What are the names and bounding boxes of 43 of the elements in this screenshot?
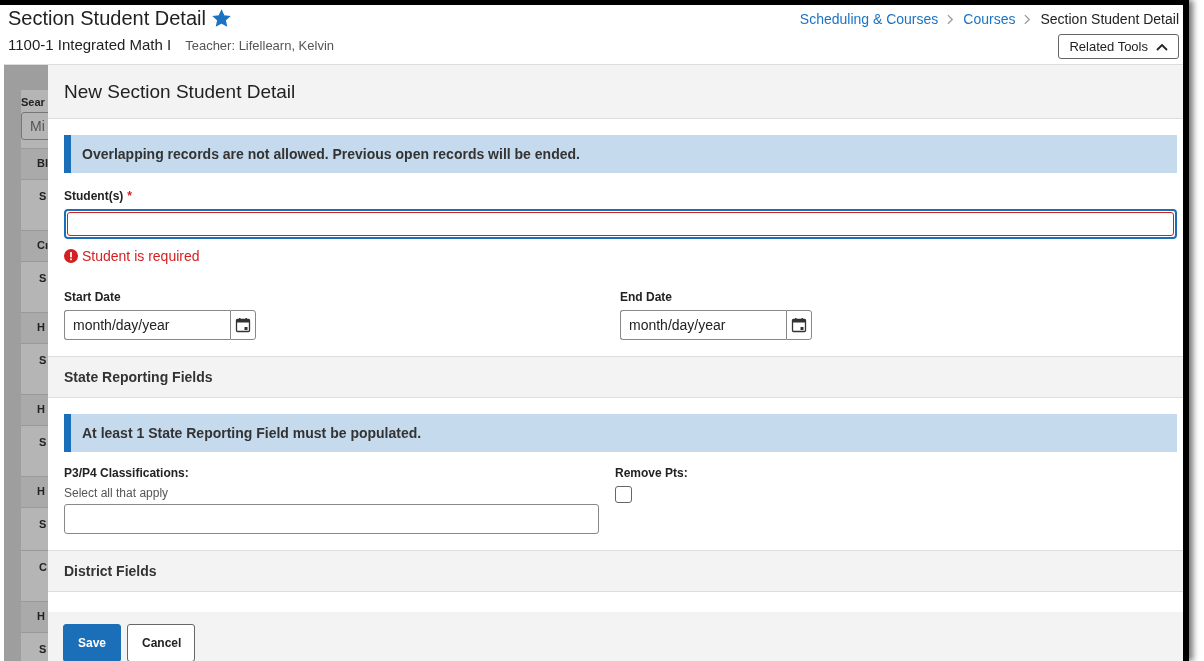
date-field[interactable]: month/day/year bbox=[64, 310, 230, 340]
required-mark: * bbox=[127, 189, 132, 203]
date-field[interactable]: month/day/year bbox=[620, 310, 786, 340]
checkbox[interactable] bbox=[615, 486, 632, 503]
field-label: Remove Pts: bbox=[615, 466, 688, 480]
group-header: H bbox=[21, 395, 48, 425]
error-message: Student is required bbox=[82, 248, 200, 264]
field-label: Start Date bbox=[64, 290, 122, 304]
teacher-name: Teacher: Lifellearn, Kelvin bbox=[185, 38, 335, 53]
caret-icon bbox=[1156, 42, 1168, 51]
group-header: H bbox=[21, 477, 48, 507]
group-header: Bl bbox=[21, 149, 48, 179]
field-label: End Date bbox=[620, 290, 673, 304]
breadcrumb-link[interactable]: Scheduling & Courses bbox=[799, 11, 939, 27]
student-input-field[interactable] bbox=[67, 212, 1174, 236]
group-header: H bbox=[21, 313, 48, 343]
calendar-icon bbox=[235, 317, 251, 333]
cancel-button[interactable]: Cancel bbox=[127, 624, 195, 661]
field-label: Student(s) bbox=[64, 189, 124, 203]
chevron-icon bbox=[947, 13, 955, 25]
calendar-button[interactable] bbox=[786, 310, 812, 340]
group-header: Cı bbox=[21, 231, 48, 261]
field-hint: Select all that apply bbox=[64, 486, 170, 500]
error-icon bbox=[64, 249, 78, 263]
section-name: 1100-1 Integrated Math I bbox=[8, 36, 172, 53]
section-header: State Reporting Fields bbox=[64, 369, 213, 385]
group-header: H bbox=[21, 602, 48, 632]
modal-title: New Section Student Detail bbox=[64, 80, 296, 103]
save-button[interactable]: Save bbox=[63, 624, 121, 661]
search-label: Sear bbox=[21, 96, 46, 108]
multiselect-field[interactable] bbox=[64, 504, 599, 534]
section-header: District Fields bbox=[64, 563, 157, 579]
info-banner: Overlapping records are not allowed. Previous open records will be ended. bbox=[64, 135, 1177, 173]
star-icon[interactable] bbox=[211, 9, 231, 28]
related-tools-button[interactable]: Related Tools bbox=[1058, 34, 1179, 59]
field-label: P3/P4 Classifications: bbox=[64, 466, 190, 480]
calendar-icon bbox=[791, 317, 807, 333]
info-banner: At least 1 State Reporting Field must be populated. bbox=[64, 414, 1177, 452]
breadcrumb-link[interactable]: Courses bbox=[963, 11, 1016, 27]
breadcrumb-current: Section Student Detail bbox=[1040, 11, 1179, 27]
calendar-button[interactable] bbox=[230, 310, 256, 340]
chevron-icon bbox=[1024, 13, 1032, 25]
page-title: Section Student Detail bbox=[8, 7, 206, 30]
